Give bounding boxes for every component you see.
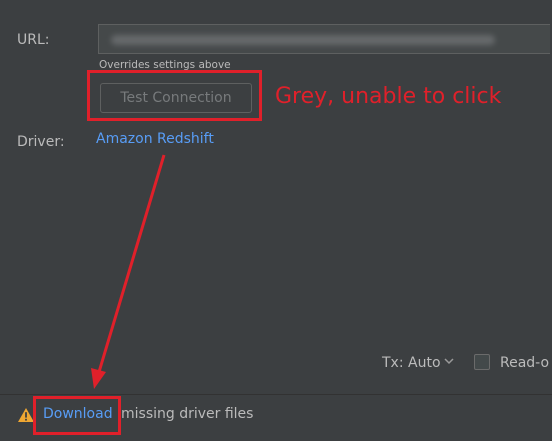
annotation-arrow — [91, 154, 166, 389]
